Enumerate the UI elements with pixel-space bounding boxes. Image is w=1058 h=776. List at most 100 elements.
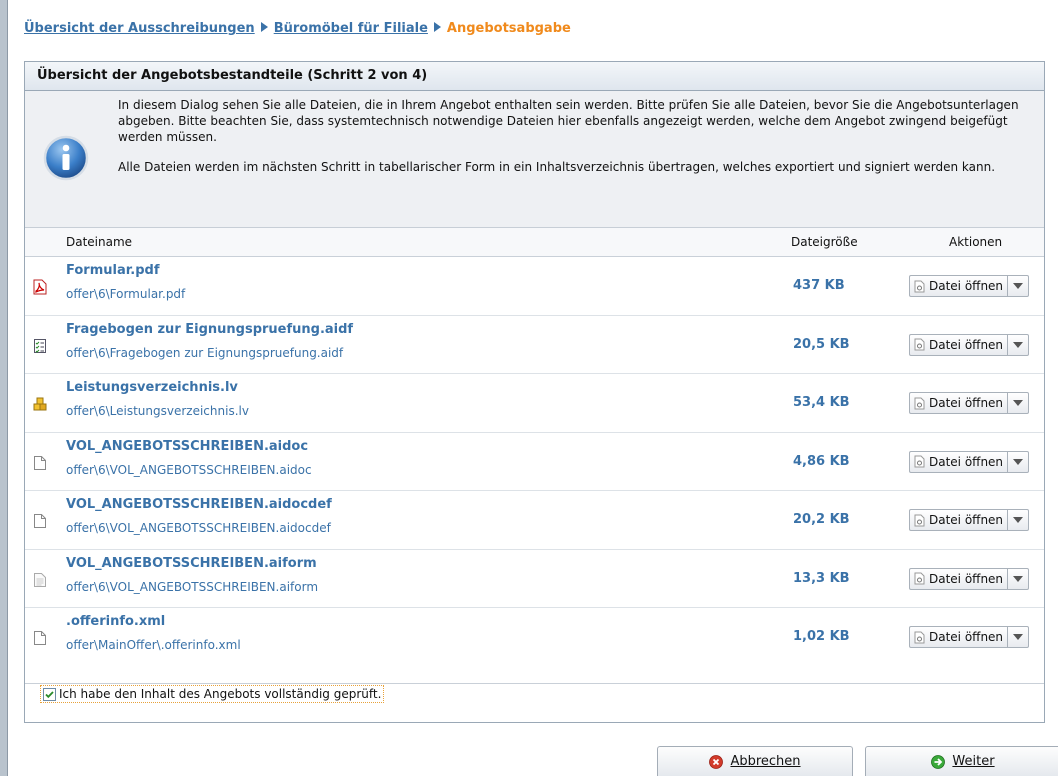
chevron-down-icon	[1013, 458, 1024, 465]
chevron-down-icon	[1013, 634, 1024, 640]
file-gear-icon	[914, 338, 925, 351]
open-file-dropdown-button[interactable]	[1007, 275, 1030, 297]
table-row: VOL_ANGEBOTSSCHREIBEN.aidocdef offer\6\V…	[25, 491, 1044, 550]
table-row: Fragebogen zur Eignungspruefung.aidf off…	[25, 316, 1044, 374]
open-file-button[interactable]: Datei öffnen	[909, 509, 1008, 531]
file-path: offer\6\Formular.pdf	[66, 287, 186, 301]
file-name-link[interactable]: .offerinfo.xml	[66, 614, 165, 629]
panel-title: Übersicht der Angebotsbestandteile (Schr…	[25, 62, 1044, 91]
open-file-dropdown-button[interactable]	[1007, 567, 1030, 590]
confirm-label: Ich habe den Inhalt des Angebots vollstä…	[59, 687, 382, 701]
info-paragraph-1: In diesem Dialog sehen Sie alle Dateien,…	[118, 98, 1019, 144]
open-file-label: Datei öffnen	[929, 571, 1004, 586]
file-gear-icon	[914, 572, 925, 585]
open-file-split-button: Datei öffnen	[909, 333, 1030, 356]
blank-file-icon	[34, 455, 46, 470]
table-header: Dateiname Dateigröße Aktionen	[25, 228, 1044, 257]
open-file-button[interactable]: Datei öffnen	[909, 392, 1008, 414]
file-size: 20,5 KB	[793, 336, 850, 352]
chevron-down-icon	[1013, 341, 1024, 348]
open-file-label: Datei öffnen	[929, 337, 1004, 352]
open-file-dropdown-button[interactable]	[1007, 626, 1030, 648]
next-button[interactable]: Weiter	[865, 746, 1058, 776]
file-name-link[interactable]: VOL_ANGEBOTSSCHREIBEN.aiform	[66, 556, 317, 571]
file-gear-icon	[914, 397, 925, 409]
breadcrumb-link-tender[interactable]: Büromöbel für Filiale	[274, 21, 428, 36]
file-size: 20,2 KB	[793, 512, 850, 527]
open-file-label: Datei öffnen	[929, 279, 1004, 293]
column-header-filesize: Dateigröße	[791, 235, 858, 249]
cancel-button[interactable]: Abbrechen	[657, 746, 853, 776]
window-left-border	[0, 0, 8, 776]
blank-file-icon	[34, 514, 46, 528]
open-file-button[interactable]: Datei öffnen	[909, 333, 1008, 356]
breadcrumb-link-overview[interactable]: Übersicht der Ausschreibungen	[24, 21, 255, 36]
info-icon	[43, 135, 89, 181]
file-path: offer\6\VOL_ANGEBOTSSCHREIBEN.aiform	[66, 579, 319, 594]
column-header-filename: Dateiname	[66, 235, 133, 249]
next-button-label: Weiter	[952, 754, 995, 769]
open-file-dropdown-button[interactable]	[1007, 450, 1030, 473]
file-name-link[interactable]: Fragebogen zur Eignungspruefung.aidf	[66, 322, 353, 337]
open-file-dropdown-button[interactable]	[1007, 509, 1030, 531]
open-file-label: Datei öffnen	[929, 454, 1004, 469]
open-file-button[interactable]: Datei öffnen	[909, 626, 1008, 648]
table-row: Formular.pdf offer\6\Formular.pdf 437 KB…	[25, 257, 1044, 316]
table-row: VOL_ANGEBOTSSCHREIBEN.aiform offer\6\VOL…	[25, 550, 1044, 608]
file-size: 4,86 KB	[793, 453, 850, 469]
open-file-split-button: Datei öffnen	[909, 509, 1030, 531]
text-file-icon	[34, 572, 46, 587]
file-gear-icon	[914, 280, 925, 292]
file-size: 437 KB	[793, 278, 845, 293]
chevron-down-icon	[1013, 400, 1024, 406]
open-file-split-button: Datei öffnen	[909, 450, 1030, 473]
confirm-checkbox[interactable]	[43, 687, 56, 701]
file-gear-icon	[914, 514, 925, 526]
open-file-dropdown-button[interactable]	[1007, 392, 1030, 414]
checklist-icon	[34, 338, 46, 353]
chevron-down-icon	[1013, 283, 1024, 289]
chevron-down-icon	[1013, 575, 1024, 582]
open-file-button[interactable]: Datei öffnen	[909, 450, 1008, 473]
file-list: Formular.pdf offer\6\Formular.pdf 437 KB…	[25, 257, 1044, 684]
file-size: 53,4 KB	[793, 395, 850, 410]
cancel-button-label: Abbrechen	[730, 754, 801, 769]
open-file-button[interactable]: Datei öffnen	[909, 567, 1008, 590]
file-name-link[interactable]: VOL_ANGEBOTSSCHREIBEN.aidoc	[66, 439, 308, 454]
file-path: offer\6\VOL_ANGEBOTSSCHREIBEN.aidoc	[66, 462, 312, 477]
next-arrow-icon	[931, 754, 946, 769]
open-file-label: Datei öffnen	[929, 630, 1004, 644]
table-row: .offerinfo.xml offer\MainOffer\.offerinf…	[25, 608, 1044, 666]
open-file-split-button: Datei öffnen	[909, 626, 1030, 648]
file-path: offer\MainOffer\.offerinfo.xml	[66, 638, 241, 652]
chevron-down-icon	[1013, 517, 1024, 523]
column-header-actions: Aktionen	[949, 235, 1003, 249]
info-paragraph-2: Alle Dateien werden im nächsten Schritt …	[118, 160, 996, 174]
file-name-link[interactable]: Formular.pdf	[66, 263, 160, 278]
file-size: 1,02 KB	[793, 629, 850, 644]
info-text: In diesem Dialog sehen Sie alle Dateien,…	[118, 97, 1028, 189]
cancel-icon	[709, 754, 724, 769]
breadcrumb-arrow-icon	[260, 22, 268, 32]
file-name-link[interactable]: VOL_ANGEBOTSSCHREIBEN.aidocdef	[66, 497, 332, 512]
checkmark-icon	[45, 690, 54, 698]
open-file-split-button: Datei öffnen	[909, 567, 1030, 590]
info-box: In diesem Dialog sehen Sie alle Dateien,…	[25, 91, 1044, 228]
table-row: Leistungsverzeichnis.lv offer\6\Leistung…	[25, 374, 1044, 433]
breadcrumb: Übersicht der Ausschreibungen Büromöbel f…	[24, 21, 571, 36]
open-file-label: Datei öffnen	[929, 513, 1004, 527]
open-file-split-button: Datei öffnen	[909, 275, 1030, 297]
breadcrumb-arrow-icon	[433, 22, 441, 32]
open-file-button[interactable]: Datei öffnen	[909, 275, 1008, 297]
open-file-label: Datei öffnen	[929, 396, 1004, 410]
open-file-split-button: Datei öffnen	[909, 392, 1030, 414]
file-gear-icon	[914, 631, 925, 643]
open-file-dropdown-button[interactable]	[1007, 333, 1030, 356]
blank-file-icon	[34, 631, 46, 645]
file-name-link[interactable]: Leistungsverzeichnis.lv	[66, 380, 238, 395]
confirm-checkbox-row[interactable]: Ich habe den Inhalt des Angebots vollstä…	[40, 685, 385, 703]
table-row: VOL_ANGEBOTSSCHREIBEN.aidoc offer\6\VOL_…	[25, 433, 1044, 491]
file-path: offer\6\Fragebogen zur Eignungspruefung.…	[66, 345, 344, 360]
breadcrumb-current: Angebotsabgabe	[446, 21, 571, 36]
file-size: 13,3 KB	[793, 570, 850, 586]
